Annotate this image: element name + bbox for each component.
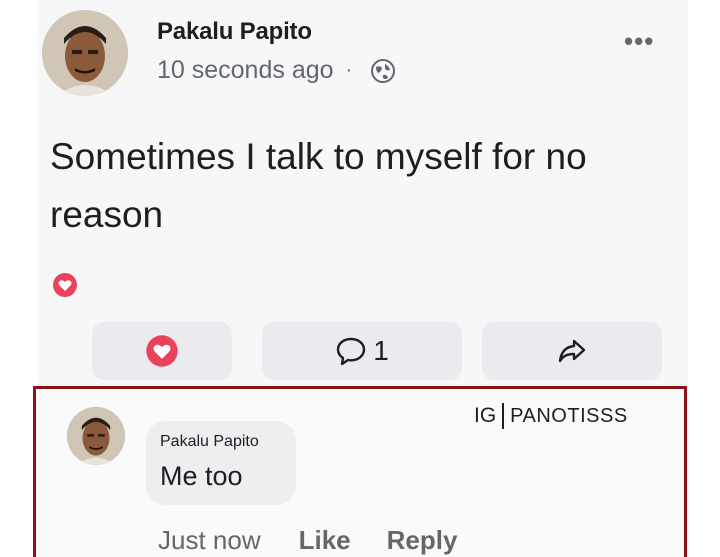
post-timestamp[interactable]: 10 seconds ago [157,56,334,85]
comment-time[interactable]: Just now [158,525,261,556]
comment-button[interactable]: 1 [262,322,462,380]
love-icon [146,335,178,367]
comment-count: 1 [373,335,389,366]
share-icon [558,339,586,363]
watermark-prefix: IG [474,404,497,427]
comment-reply-button[interactable]: Reply [387,525,458,556]
love-button[interactable] [92,322,232,380]
comment-like-button[interactable]: Like [299,525,351,556]
globe-icon [371,58,396,83]
comment-avatar[interactable] [67,407,125,465]
comment-icon [337,337,366,366]
more-options-icon[interactable]: ••• [624,28,654,54]
watermark: IG PANOTISSS [474,403,628,429]
watermark-handle: PANOTISSS [510,404,628,427]
comment-actions: Just now Like Reply [158,525,457,556]
watermark-divider [502,403,505,429]
meta-separator: · [345,59,353,81]
avatar[interactable] [42,10,128,96]
love-reaction-icon[interactable] [52,272,78,298]
comment-text: Me too [160,461,243,491]
profile-photo [67,407,125,465]
post-text: Sometimes I talk to myself for no reason [50,136,587,235]
comment-author[interactable]: Pakalu Papito [160,433,259,451]
share-button[interactable] [482,322,662,380]
post-author[interactable]: Pakalu Papito [157,18,312,46]
post-meta: 10 seconds ago · [157,56,396,85]
profile-photo [42,10,128,96]
comment-box: Pakalu Papito Me too IG PANOTISSS Just n… [33,386,687,557]
